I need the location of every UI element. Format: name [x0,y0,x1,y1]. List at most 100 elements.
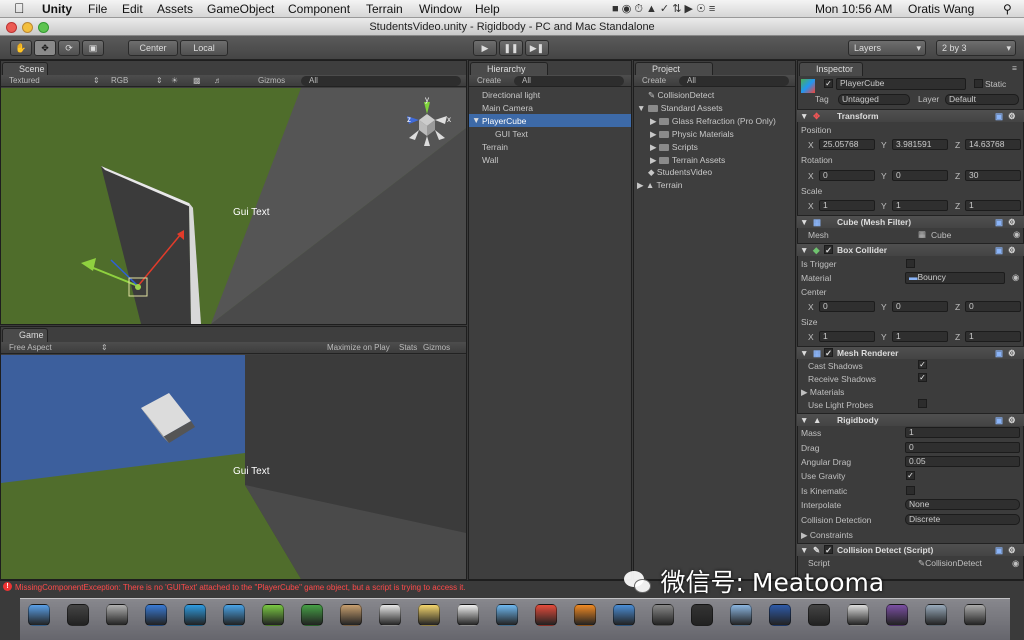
inspector-menu-icon[interactable]: ≡ [1012,63,1017,73]
center-y-field[interactable]: 0 [892,301,948,312]
rotate-tool-button[interactable]: ⟳ [58,40,80,56]
dock-firefox-icon[interactable] [574,604,596,626]
menu-window[interactable]: Window [419,2,462,16]
rotation-x-field[interactable]: 0 [819,170,875,181]
aspect-dropdown[interactable]: Free Aspect [9,343,52,352]
hierarchy-item-main-camera[interactable]: Main Camera [482,103,533,113]
menu-gameobject[interactable]: GameObject [207,2,274,16]
lighting-toggle-icon[interactable]: ☀ [171,76,178,85]
layer-dropdown[interactable]: Default [945,94,1019,105]
menu-file[interactable]: File [88,2,107,16]
box-collider-enabled-checkbox[interactable]: ✓ [824,245,833,254]
dock-textedit-icon[interactable] [847,604,869,626]
collapse-icon[interactable]: ▼ [800,415,808,425]
error-message[interactable]: MissingComponentException: There is no '… [15,583,466,592]
transform-header[interactable]: ▼ ✥ Transform ▣ ⚙ [797,109,1024,122]
dock-dashboard-icon[interactable] [67,604,89,626]
dock-instruments-icon[interactable] [652,604,674,626]
dock-trash-icon[interactable] [964,604,986,626]
constraints-foldout[interactable]: ▶ Constraints [801,530,853,541]
scene-viewport[interactable]: Gui Text y z x [1,88,466,324]
hierarchy-item-directional-light[interactable]: Directional light [482,90,540,100]
status-icons[interactable]: ■ ◉ ⏱ ▲ ✓ ⇅ ▶ ☉ ≡ [612,2,715,16]
collapse-icon[interactable]: ▼ [800,217,808,227]
object-picker-icon[interactable]: ◉ [1012,558,1019,569]
position-z-field[interactable]: 14.63768 [965,139,1021,150]
tag-dropdown[interactable]: Untagged [838,94,910,105]
use-gravity-checkbox[interactable]: ✓ [906,471,915,480]
center-z-field[interactable]: 0 [965,301,1021,312]
size-y-field[interactable]: 1 [892,331,948,342]
project-item-studentsvideo[interactable]: ◆ StudentsVideo [648,167,712,178]
dock-itunes-icon[interactable] [496,604,518,626]
help-icon[interactable]: ▣ [995,217,1003,228]
project-create-button[interactable]: Create [642,76,666,85]
light-probes-checkbox[interactable] [918,399,927,408]
scene-fx-icon[interactable]: ▩ [193,76,201,85]
user-name[interactable]: Oratis Wang [908,2,974,16]
materials-foldout[interactable]: ▶ Materials [801,387,844,398]
component-gear-icon[interactable]: ⚙ [1008,245,1016,256]
dock-app-store-icon[interactable] [184,604,206,626]
hierarchy-item-gui-text[interactable]: GUI Text [495,129,528,139]
collision-detection-dropdown[interactable]: Discrete [905,514,1020,525]
dock-chrome-icon[interactable] [535,604,557,626]
game-gizmos-dropdown[interactable]: Gizmos [423,343,450,352]
project-search-input[interactable]: All [679,76,789,86]
scale-tool-button[interactable]: ▣ [82,40,104,56]
help-icon[interactable]: ▣ [995,348,1003,359]
mesh-filter-header[interactable]: ▼ ▦ Cube (Mesh Filter) ▣ ⚙ [797,215,1024,228]
position-x-field[interactable]: 25.05768 [819,139,875,150]
dock-contacts-icon[interactable] [340,604,362,626]
hierarchy-item-playercube[interactable]: PlayerCube [482,116,526,126]
material-field[interactable]: ▬Bouncy [905,272,1005,284]
is-trigger-checkbox[interactable] [906,259,915,268]
dock-photoshop-icon[interactable] [769,604,791,626]
render-mode-dropdown[interactable]: RGB [111,76,128,85]
box-collider-header[interactable]: ▼ ◆ ✓ Box Collider ▣ ⚙ [797,243,1024,256]
project-item-collisiondetect[interactable]: ✎ CollisionDetect [648,90,714,101]
menu-edit[interactable]: Edit [122,2,143,16]
mesh-renderer-enabled-checkbox[interactable]: ✓ [824,348,833,357]
size-x-field[interactable]: 1 [819,331,875,342]
help-icon[interactable]: ▣ [995,245,1003,256]
hand-tool-button[interactable]: ✋ [10,40,32,56]
component-gear-icon[interactable]: ⚙ [1008,111,1016,122]
dock-terminal-icon[interactable] [691,604,713,626]
static-checkbox[interactable] [974,79,983,88]
pause-button[interactable]: ❚❚ [499,40,523,56]
audio-toggle-icon[interactable]: ♬ [214,76,222,85]
collapse-icon[interactable]: ▼ [800,545,808,555]
project-item-physic-materials[interactable]: ▶ Physic Materials [650,129,734,140]
close-button[interactable] [6,22,17,33]
scene-gizmos-dropdown[interactable]: Gizmos [258,76,285,85]
dock-finder-icon[interactable] [28,604,50,626]
menu-assets[interactable]: Assets [157,2,193,16]
scale-x-field[interactable]: 1 [819,200,875,211]
script-enabled-checkbox[interactable]: ✓ [824,545,833,554]
tab-hierarchy[interactable]: Hierarchy [470,62,548,76]
help-icon[interactable]: ▣ [995,545,1003,556]
dock-preview-icon[interactable] [730,604,752,626]
component-gear-icon[interactable]: ⚙ [1008,415,1016,426]
step-button[interactable]: ▶❚ [525,40,549,56]
stats-toggle[interactable]: Stats [399,343,417,352]
dock-monodevelop-icon[interactable] [886,604,908,626]
zoom-button[interactable] [38,22,49,33]
tab-project[interactable]: Project [635,62,713,76]
component-gear-icon[interactable]: ⚙ [1008,217,1016,228]
hierarchy-search-input[interactable]: All [514,76,624,86]
draw-mode-dropdown[interactable]: Textured [9,76,40,85]
pivot-center-button[interactable]: Center [128,40,178,56]
dock-notes-icon[interactable] [418,604,440,626]
layout-dropdown[interactable]: 2 by 3 ▾ [936,40,1016,56]
scale-z-field[interactable]: 1 [965,200,1021,211]
tab-inspector[interactable]: Inspector [799,62,863,76]
layers-dropdown[interactable]: Layers ▾ [848,40,926,56]
collision-script-header[interactable]: ▼ ✎ ✓ Collision Detect (Script) ▣ ⚙ [797,543,1024,556]
is-kinematic-checkbox[interactable] [906,486,915,495]
dock-messages-icon[interactable] [262,604,284,626]
pivot-local-button[interactable]: Local [180,40,228,56]
cast-shadows-checkbox[interactable]: ✓ [918,360,927,369]
hierarchy-expand-icon[interactable]: ▼ [472,115,480,125]
